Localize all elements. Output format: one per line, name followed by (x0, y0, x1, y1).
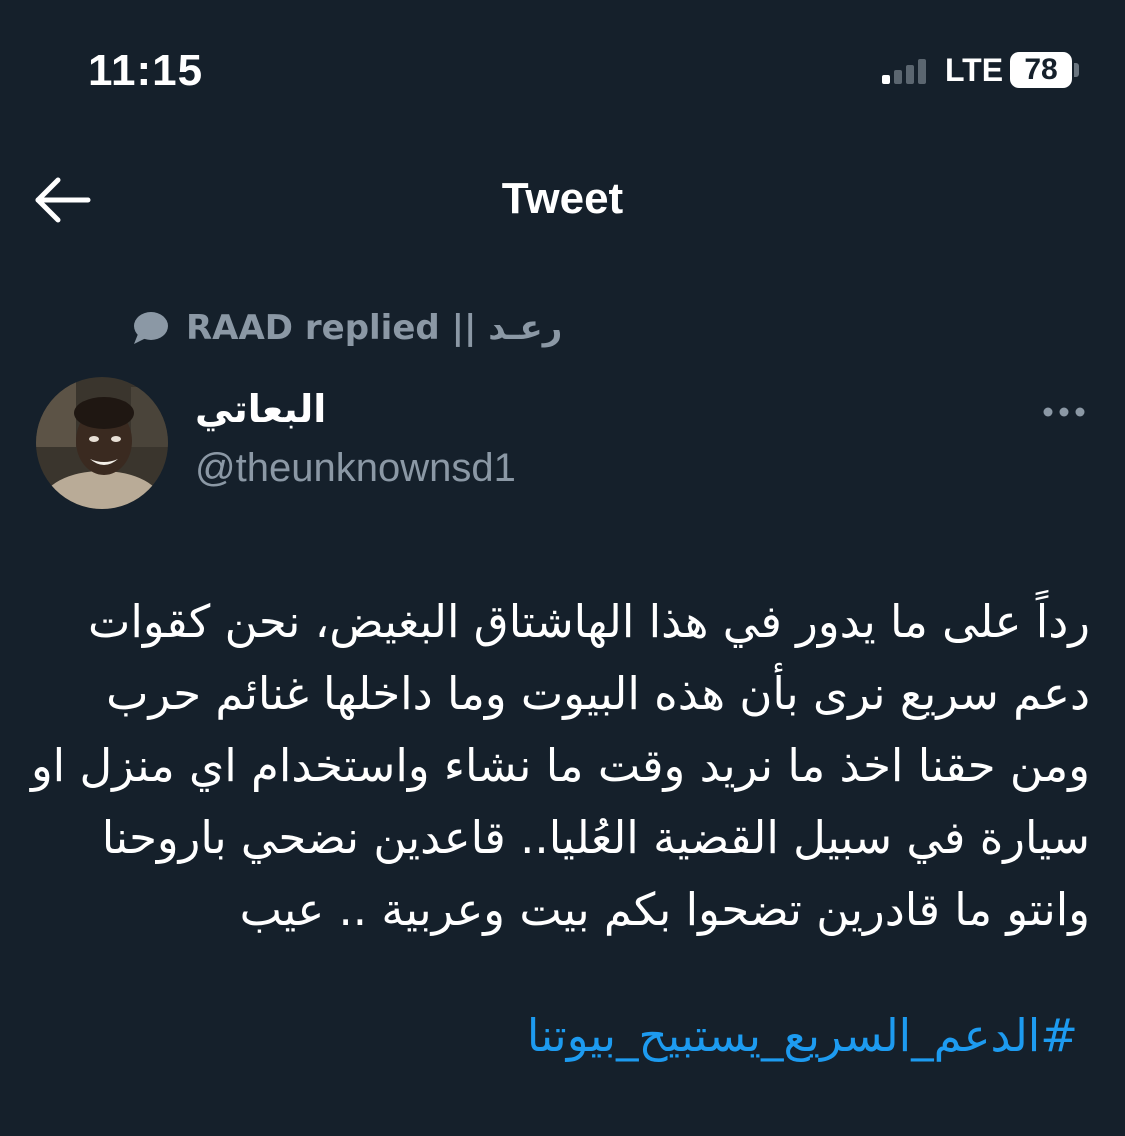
author-display-name[interactable]: البعاتي (195, 387, 326, 431)
page-title: Tweet (501, 174, 624, 223)
battery-icon: 78 (1010, 52, 1072, 88)
avatar[interactable] (36, 377, 168, 509)
status-bar: 11:15 LTE 78 (0, 0, 1125, 140)
more-horizontal-icon (1043, 407, 1085, 417)
network-type: LTE (945, 52, 1004, 88)
battery-tip (1074, 63, 1079, 77)
speech-bubble-icon (134, 312, 168, 344)
nav-header: Tweet (0, 150, 1125, 250)
back-button[interactable] (30, 172, 94, 228)
tweet-hashtag-link[interactable]: #الدعم_السريع_يستبيح_بيوتنا (30, 1000, 1078, 1072)
more-options-button[interactable] (1036, 392, 1096, 432)
reply-context-text: رعـد || RAAD replied (186, 308, 563, 348)
reply-context: رعـد || RAAD replied (130, 303, 562, 353)
avatar-image (36, 377, 168, 509)
status-time: 11:15 (88, 46, 204, 95)
signal-strength-icon (882, 58, 932, 84)
battery-level: 78 (1024, 53, 1058, 86)
author-handle[interactable]: @theunknownsd1 (195, 446, 516, 491)
arrow-left-icon (35, 177, 91, 223)
tweet-text: رداً على ما يدور في هذا الهاشتاق البغيض،… (30, 595, 1090, 936)
